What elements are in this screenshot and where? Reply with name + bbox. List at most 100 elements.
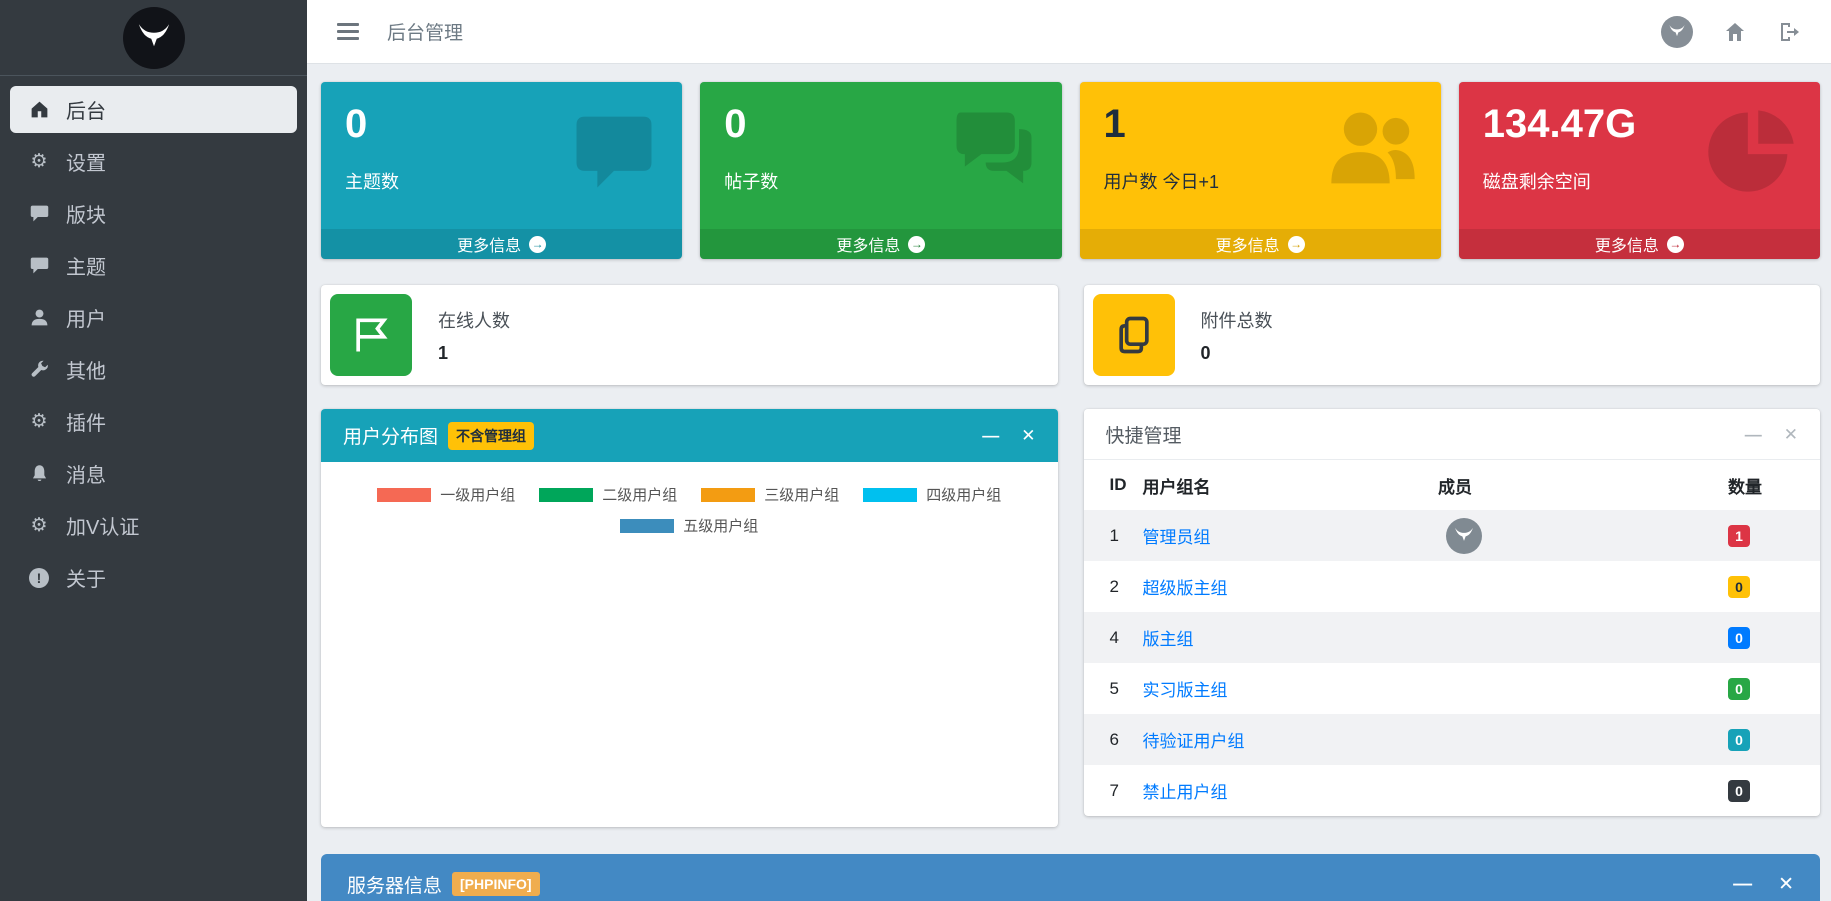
group-id: 6	[1084, 714, 1135, 765]
group-link[interactable]: 禁止用户组	[1143, 783, 1228, 802]
home-icon[interactable]	[1723, 20, 1747, 44]
more-info-link[interactable]: 更多信息 →	[1080, 229, 1441, 259]
more-info-link[interactable]: 更多信息 →	[321, 229, 682, 259]
count-badge: 0	[1728, 729, 1750, 751]
more-info-label: 更多信息	[836, 232, 900, 256]
group-link[interactable]: 待验证用户组	[1143, 732, 1245, 751]
table-header-row: ID 用户组名 成员 数量	[1084, 460, 1821, 510]
cogs-icon: ⚙	[24, 514, 54, 537]
minimize-icon[interactable]: —	[1745, 426, 1762, 443]
user-distribution-panel: 用户分布图 不含管理组 — ✕ 一级用户组 二级用户组	[321, 409, 1058, 827]
member-avatar[interactable]	[1446, 518, 1482, 554]
panel-title: 用户分布图	[343, 422, 438, 449]
sidebar-item-label: 后台	[66, 95, 106, 124]
group-id: 5	[1084, 663, 1135, 714]
sidebar-nav: 后台 ⚙ 设置 版块 主题 用户 其他 ⚙ 插件 消息	[0, 76, 307, 616]
bell-icon	[24, 463, 54, 484]
sidebar-item-label: 加V认证	[66, 511, 139, 540]
legend-item: 一级用户组	[377, 484, 515, 505]
sidebar-item-messages[interactable]: 消息	[10, 450, 297, 497]
page-title: 后台管理	[387, 18, 463, 45]
panel-badge: 不含管理组	[448, 422, 534, 450]
legend-label: 三级用户组	[764, 484, 839, 505]
main-content: 0 主题数 更多信息 → 0 帖子数 更多信息 →	[307, 64, 1831, 901]
users-icon	[1323, 100, 1423, 205]
user-avatar[interactable]	[1661, 16, 1693, 48]
legend-swatch	[863, 488, 917, 502]
table-row: 5 实习版主组 0	[1084, 663, 1821, 714]
comments-icon	[944, 100, 1044, 205]
more-info-link[interactable]: 更多信息 →	[1459, 229, 1820, 259]
sidebar-item-label: 设置	[66, 147, 106, 176]
group-link[interactable]: 超级版主组	[1143, 579, 1228, 598]
legend-label: 一级用户组	[440, 484, 515, 505]
legend-item: 四级用户组	[863, 484, 1001, 505]
user-groups-table: ID 用户组名 成员 数量 1 管理员组	[1084, 460, 1821, 816]
sidebar-item-label: 版块	[66, 199, 106, 228]
sidebar-item-label: 消息	[66, 459, 106, 488]
chart-legend: 一级用户组 二级用户组 三级用户组 四级用户组	[369, 484, 1009, 536]
comment-icon	[564, 100, 664, 205]
sidebar-item-forums[interactable]: 版块	[10, 190, 297, 237]
menu-toggle-icon[interactable]	[337, 19, 359, 44]
group-link[interactable]: 版主组	[1143, 630, 1194, 649]
legend-item: 二级用户组	[539, 484, 677, 505]
sidebar-item-label: 关于	[66, 563, 106, 592]
more-info-link[interactable]: 更多信息 →	[700, 229, 1061, 259]
stat-card-posts: 0 帖子数 更多信息 →	[700, 82, 1061, 259]
user-distribution-header: 用户分布图 不含管理组 — ✕	[321, 409, 1058, 462]
brand[interactable]	[0, 0, 307, 76]
wrench-icon	[24, 359, 54, 380]
count-badge: 1	[1728, 525, 1750, 547]
group-id: 7	[1084, 765, 1135, 816]
stat-card-users: 1 用户数 今日+1 更多信息 →	[1080, 82, 1441, 259]
panel-title: 快捷管理	[1106, 421, 1182, 448]
count-badge: 0	[1728, 576, 1750, 598]
sidebar-item-dashboard[interactable]: 后台	[10, 86, 297, 133]
close-icon[interactable]: ✕	[1784, 426, 1798, 443]
more-info-label: 更多信息	[1595, 232, 1659, 256]
table-row: 4 版主组 0	[1084, 612, 1821, 663]
stat-cards-row: 0 主题数 更多信息 → 0 帖子数 更多信息 →	[321, 82, 1820, 259]
legend-swatch	[701, 488, 755, 502]
close-icon[interactable]: ✕	[1778, 875, 1794, 894]
copy-icon	[1093, 294, 1175, 376]
legend-label: 二级用户组	[602, 484, 677, 505]
legend-label: 五级用户组	[683, 515, 758, 536]
info-box-online: 在线人数 1	[321, 285, 1058, 385]
brand-logo-icon	[123, 7, 185, 69]
sidebar-item-settings[interactable]: ⚙ 设置	[10, 138, 297, 185]
legend-swatch	[539, 488, 593, 502]
table-row: 7 禁止用户组 0	[1084, 765, 1821, 816]
sidebar-item-about[interactable]: ! 关于	[10, 554, 297, 601]
group-link[interactable]: 实习版主组	[1143, 681, 1228, 700]
user-icon	[24, 307, 54, 328]
logout-icon[interactable]	[1777, 20, 1801, 44]
sidebar-item-plugins[interactable]: ⚙ 插件	[10, 398, 297, 445]
count-badge: 0	[1728, 627, 1750, 649]
sidebar: 后台 ⚙ 设置 版块 主题 用户 其他 ⚙ 插件 消息	[0, 0, 307, 901]
sidebar-item-other[interactable]: 其他	[10, 346, 297, 393]
sidebar-item-verify[interactable]: ⚙ 加V认证	[10, 502, 297, 549]
sidebar-item-threads[interactable]: 主题	[10, 242, 297, 289]
exclamation-circle-icon: !	[24, 568, 54, 588]
comment-icon	[24, 255, 54, 276]
info-box-value: 1	[438, 343, 510, 364]
pie-chart-icon	[1702, 100, 1802, 205]
group-link[interactable]: 管理员组	[1143, 528, 1211, 547]
more-info-label: 更多信息	[457, 232, 521, 256]
sidebar-item-users[interactable]: 用户	[10, 294, 297, 341]
minimize-icon[interactable]: —	[982, 427, 999, 444]
arrow-circle-right-icon: →	[529, 236, 546, 253]
home-icon	[24, 99, 54, 120]
legend-swatch	[377, 488, 431, 502]
comment-icon	[24, 203, 54, 224]
info-box-attachments: 附件总数 0	[1084, 285, 1821, 385]
minimize-icon[interactable]: —	[1733, 875, 1752, 894]
legend-item: 五级用户组	[620, 515, 758, 536]
info-box-label: 在线人数	[438, 307, 510, 333]
chart-body: 一级用户组 二级用户组 三级用户组 四级用户组	[321, 462, 1058, 558]
sidebar-item-label: 其他	[66, 355, 106, 384]
phpinfo-badge[interactable]: [PHPINFO]	[452, 872, 540, 896]
close-icon[interactable]: ✕	[1021, 427, 1035, 444]
